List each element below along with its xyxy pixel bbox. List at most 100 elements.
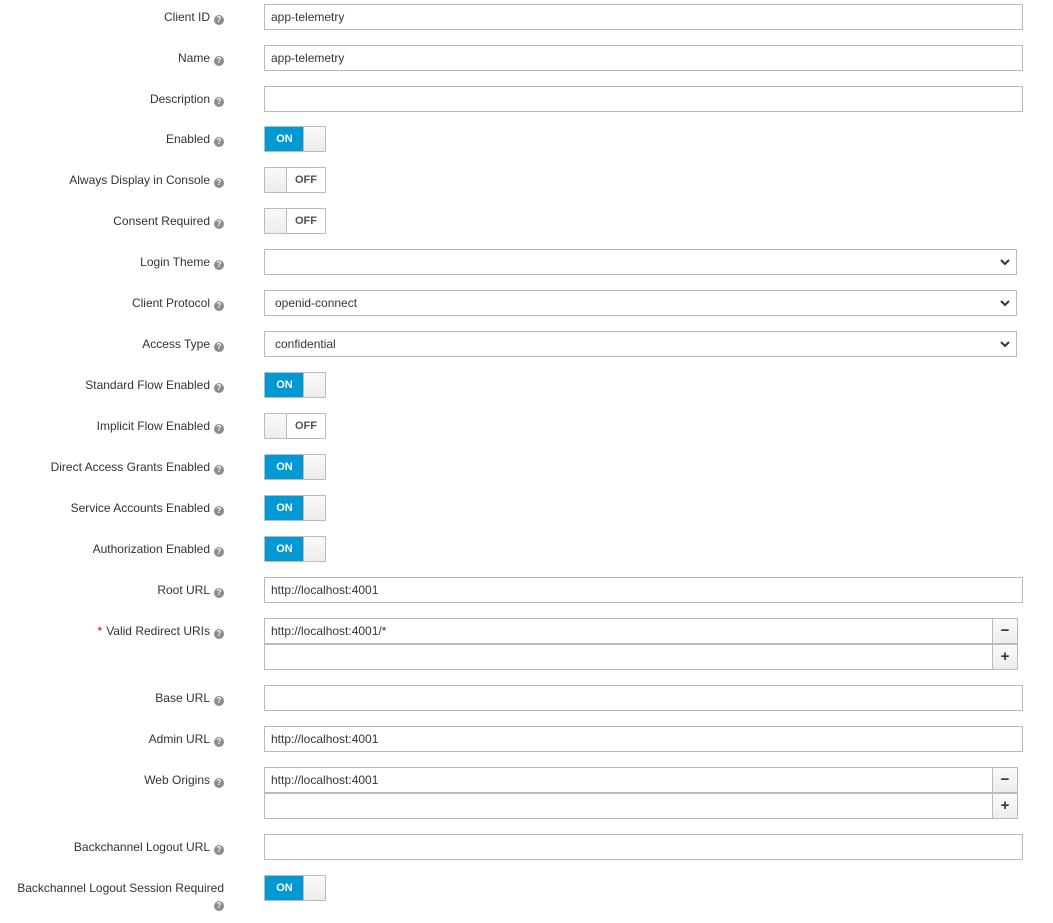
standard-flow-toggle[interactable]: ON: [264, 372, 326, 398]
help-icon[interactable]: ?: [214, 56, 224, 66]
row-standard-flow: Standard Flow Enabled? ON: [0, 372, 1053, 398]
help-icon[interactable]: ?: [214, 588, 224, 598]
help-icon[interactable]: ?: [214, 15, 224, 25]
login-theme-label: Login Theme?: [140, 249, 224, 275]
toggle-off-label: OFF: [295, 215, 317, 227]
consent-required-toggle[interactable]: OFF: [264, 208, 326, 234]
name-input[interactable]: [264, 45, 1023, 71]
help-icon[interactable]: ?: [214, 696, 224, 706]
row-direct-access: Direct Access Grants Enabled? ON: [0, 454, 1053, 480]
row-service-accounts: Service Accounts Enabled? ON: [0, 495, 1053, 521]
help-icon[interactable]: ?: [214, 424, 224, 434]
row-client-id: Client ID?: [0, 4, 1053, 30]
help-icon[interactable]: ?: [214, 342, 224, 352]
root-url-label: Root URL?: [157, 577, 224, 603]
backchannel-session-label: Backchannel Logout Session Required?: [17, 881, 224, 911]
valid-redirect-label: * Valid Redirect URIs?: [98, 618, 224, 644]
help-icon[interactable]: ?: [214, 737, 224, 747]
authorization-label: Authorization Enabled?: [93, 536, 224, 562]
valid-redirect-input-1[interactable]: [264, 618, 994, 644]
authorization-toggle[interactable]: ON: [264, 536, 326, 562]
row-authorization: Authorization Enabled? ON: [0, 536, 1053, 562]
help-icon[interactable]: ?: [214, 383, 224, 393]
always-display-label: Always Display in Console?: [69, 167, 224, 193]
admin-url-label: Admin URL?: [149, 726, 224, 752]
backchannel-url-input[interactable]: [264, 834, 1023, 860]
direct-access-toggle[interactable]: ON: [264, 454, 326, 480]
root-url-input[interactable]: [264, 577, 1023, 603]
access-type-select[interactable]: confidential: [264, 331, 1017, 357]
help-icon[interactable]: ?: [214, 901, 224, 911]
toggle-on-label: ON: [265, 496, 304, 520]
help-icon[interactable]: ?: [214, 260, 224, 270]
toggle-knob: [303, 127, 325, 151]
row-web-origins-add: +: [0, 793, 1053, 819]
service-accounts-toggle[interactable]: ON: [264, 495, 326, 521]
valid-redirect-input-new[interactable]: [264, 644, 994, 670]
toggle-knob: [303, 373, 325, 397]
help-icon[interactable]: ?: [214, 845, 224, 855]
add-redirect-button[interactable]: +: [992, 644, 1018, 670]
web-origins-label: Web Origins?: [144, 767, 224, 793]
base-url-input[interactable]: [264, 685, 1023, 711]
remove-redirect-button[interactable]: −: [992, 618, 1018, 644]
implicit-flow-toggle[interactable]: OFF: [264, 413, 326, 439]
web-origins-input-new[interactable]: [264, 793, 994, 819]
client-id-input[interactable]: [264, 4, 1023, 30]
row-access-type: Access Type? confidential: [0, 331, 1053, 357]
base-url-label: Base URL?: [155, 685, 224, 711]
help-icon[interactable]: ?: [214, 778, 224, 788]
toggle-off-label: OFF: [295, 174, 317, 186]
access-type-value: confidential: [275, 337, 336, 351]
row-login-theme: Login Theme?: [0, 249, 1053, 275]
client-protocol-select[interactable]: openid-connect: [264, 290, 1017, 316]
toggle-on-label: ON: [265, 373, 304, 397]
row-implicit-flow: Implicit Flow Enabled? OFF: [0, 413, 1053, 439]
toggle-on-label: ON: [265, 537, 304, 561]
help-icon[interactable]: ?: [214, 465, 224, 475]
row-always-display: Always Display in Console? OFF: [0, 167, 1053, 193]
help-icon[interactable]: ?: [214, 178, 224, 188]
help-icon[interactable]: ?: [214, 629, 224, 639]
chevron-down-icon: [1000, 259, 1010, 266]
row-valid-redirect-add: +: [0, 644, 1053, 670]
toggle-on-label: ON: [265, 127, 304, 151]
help-icon[interactable]: ?: [214, 137, 224, 147]
toggle-on-label: ON: [265, 876, 304, 900]
implicit-flow-label: Implicit Flow Enabled?: [97, 413, 224, 439]
row-backchannel-session: Backchannel Logout Session Required? ON: [0, 875, 1053, 911]
toggle-knob: [265, 209, 287, 233]
row-backchannel-url: Backchannel Logout URL?: [0, 834, 1053, 860]
enabled-toggle[interactable]: ON: [264, 126, 326, 152]
backchannel-session-toggle[interactable]: ON: [264, 875, 326, 901]
remove-origin-button[interactable]: −: [992, 767, 1018, 793]
add-origin-button[interactable]: +: [992, 793, 1018, 819]
row-description: Description?: [0, 86, 1053, 112]
login-theme-select[interactable]: [264, 249, 1017, 275]
description-input[interactable]: [264, 86, 1023, 112]
toggle-knob: [303, 876, 325, 900]
help-icon[interactable]: ?: [214, 301, 224, 311]
service-accounts-label: Service Accounts Enabled?: [71, 495, 224, 521]
help-icon[interactable]: ?: [214, 547, 224, 557]
help-icon[interactable]: ?: [214, 219, 224, 229]
always-display-toggle[interactable]: OFF: [264, 167, 326, 193]
help-icon[interactable]: ?: [214, 97, 224, 107]
row-base-url: Base URL?: [0, 685, 1053, 711]
enabled-label: Enabled?: [166, 126, 224, 152]
toggle-knob: [303, 455, 325, 479]
admin-url-input[interactable]: [264, 726, 1023, 752]
row-name: Name?: [0, 45, 1053, 71]
chevron-down-icon: [1000, 300, 1010, 307]
access-type-label: Access Type?: [142, 331, 224, 357]
help-icon[interactable]: ?: [214, 506, 224, 516]
toggle-on-label: ON: [265, 455, 304, 479]
toggle-knob: [265, 414, 287, 438]
standard-flow-label: Standard Flow Enabled?: [85, 372, 224, 398]
row-root-url: Root URL?: [0, 577, 1053, 603]
web-origins-input-1[interactable]: [264, 767, 994, 793]
row-client-protocol: Client Protocol? openid-connect: [0, 290, 1053, 316]
required-asterisk: *: [97, 624, 103, 638]
client-protocol-value: openid-connect: [275, 296, 358, 310]
toggle-knob: [303, 537, 325, 561]
